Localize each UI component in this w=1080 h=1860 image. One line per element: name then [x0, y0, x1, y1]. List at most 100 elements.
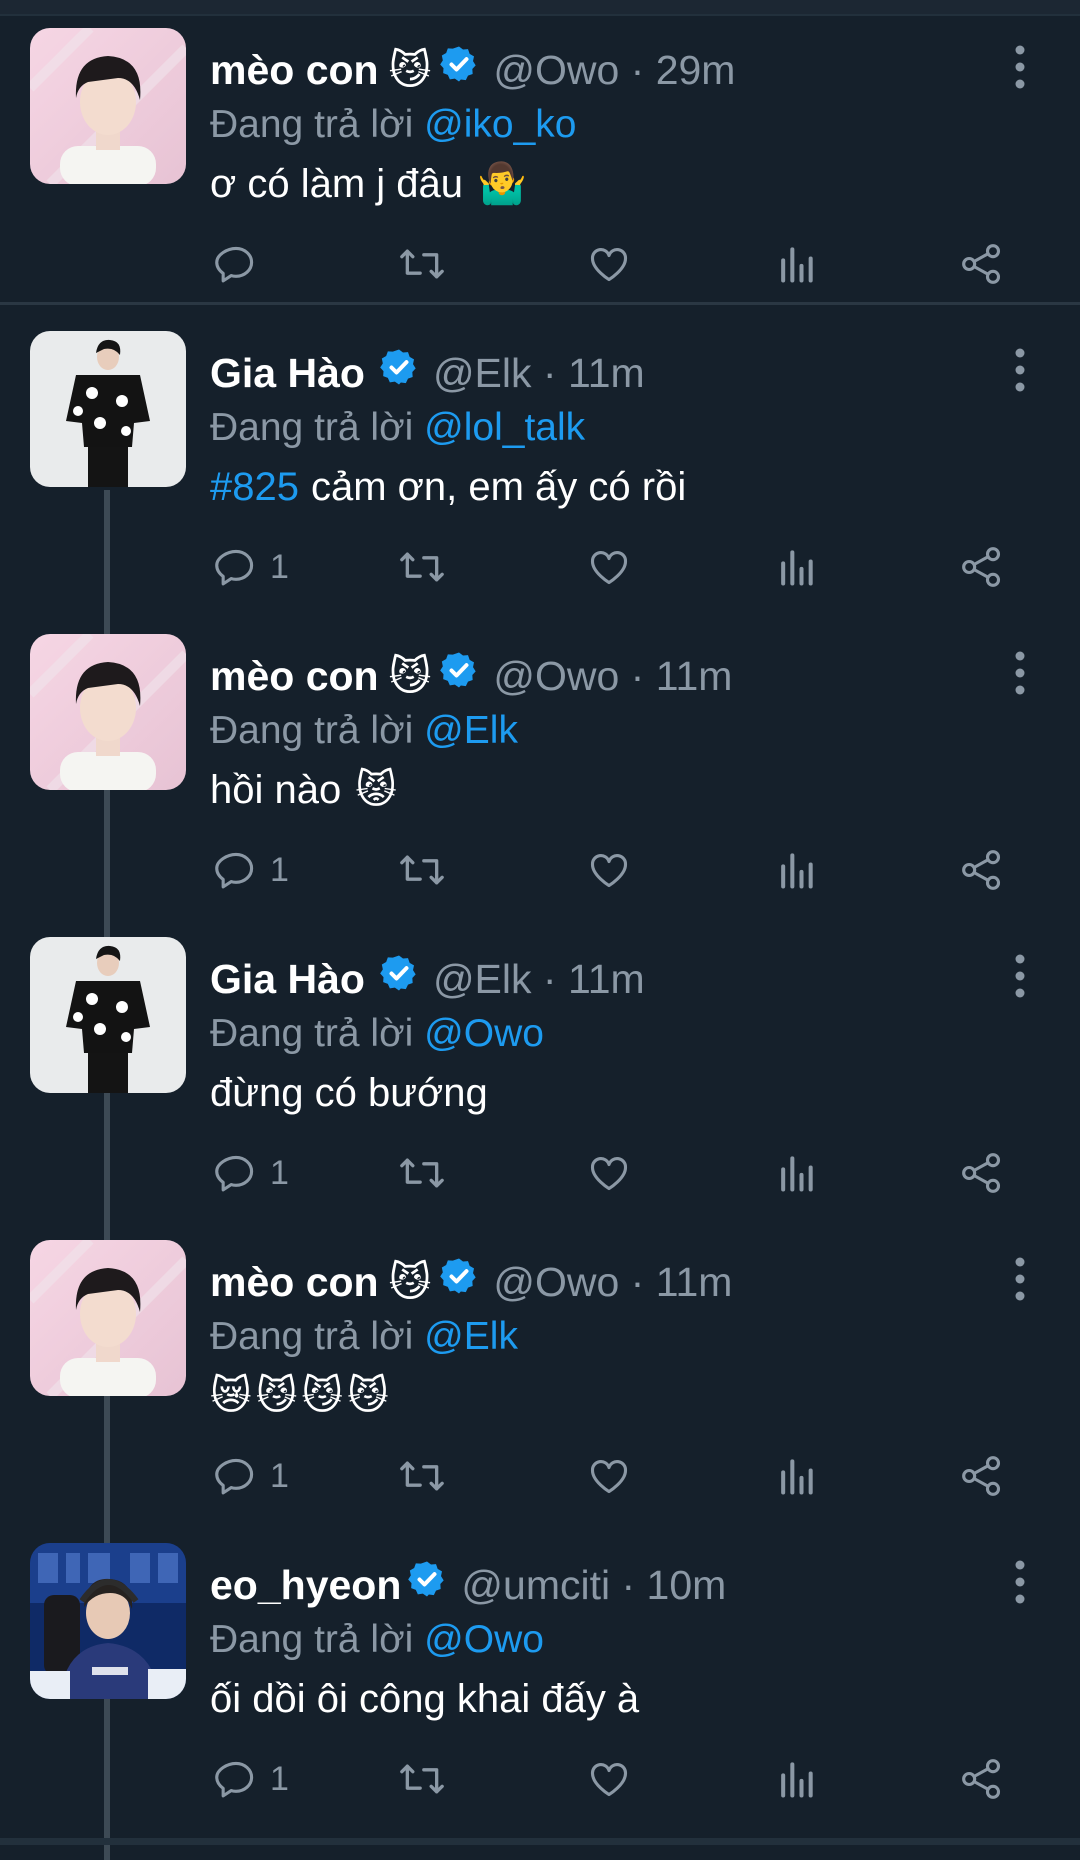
avatar[interactable]: [30, 331, 186, 487]
retweet-icon: [400, 1158, 444, 1188]
hashtag-link[interactable]: #825: [210, 457, 299, 517]
reply-button[interactable]: 1: [214, 1143, 289, 1203]
tweet[interactable]: Gia Hào @Elk · 11m Đang trả lời @Owo đừn…: [0, 925, 1080, 1225]
bottom-divider: [0, 1838, 1080, 1845]
views-button[interactable]: [776, 840, 816, 900]
more-vertical-icon: [1015, 1257, 1025, 1301]
retweet-button[interactable]: [396, 840, 448, 900]
share-icon: [962, 850, 1001, 890]
tweet-text: ơ có làm j đâu 🤷‍♂️: [210, 154, 527, 214]
handle-and-time: @Owo · 29m: [493, 47, 736, 93]
like-button[interactable]: [586, 234, 632, 294]
display-name[interactable]: eo_hyeon: [210, 1555, 401, 1615]
like-button[interactable]: [586, 537, 632, 597]
like-button[interactable]: [586, 1446, 632, 1506]
mention-link[interactable]: @Owo: [424, 1012, 544, 1055]
views-button[interactable]: [776, 1446, 816, 1506]
share-button[interactable]: [960, 1446, 1004, 1506]
like-button[interactable]: [586, 840, 632, 900]
tweet-header: mèo con 😼 @Owo · 11m: [210, 1252, 960, 1312]
reply-icon: [215, 1761, 254, 1798]
tweet-text-content: ơ có làm j đâu: [210, 162, 464, 206]
replying-to: Đang trả lời @Elk: [210, 1312, 518, 1362]
more-options-button[interactable]: [1008, 44, 1032, 90]
tweet[interactable]: mèo con 😼 @Owo · 11m Đang trả lời @Elk h…: [0, 622, 1080, 922]
more-vertical-icon: [1015, 954, 1025, 998]
handle-and-time: @Elk · 11m: [432, 350, 645, 396]
tweet-actions: [210, 234, 1010, 294]
more-options-button[interactable]: [1008, 1559, 1032, 1605]
avatar[interactable]: [30, 1240, 186, 1396]
share-button[interactable]: [960, 1143, 1004, 1203]
tweet-text: #825 cảm ơn, em ấy có rồi: [210, 457, 686, 517]
avatar[interactable]: [30, 634, 186, 790]
share-icon: [962, 244, 1001, 284]
mention-link[interactable]: @Elk: [424, 709, 518, 752]
reply-icon: [215, 852, 254, 889]
reply-icon: [215, 1458, 254, 1495]
tweet[interactable]: mèo con 😼 @Owo · 11m Đang trả lời @Elk 😿…: [0, 1228, 1080, 1528]
retweet-icon: [400, 552, 444, 582]
more-options-button[interactable]: [1008, 1256, 1032, 1302]
views-button[interactable]: [776, 1749, 816, 1809]
replying-to: Đang trả lời @Elk: [210, 706, 518, 756]
replying-label: Đang trả lời: [210, 103, 414, 146]
views-icon: [781, 1459, 813, 1495]
share-icon: [962, 547, 1001, 587]
cat-emoji: 😼: [388, 653, 432, 699]
handle-and-time: @umciti · 10m: [461, 1562, 727, 1608]
reply-button[interactable]: 1: [214, 537, 289, 597]
handle-and-time: @Owo · 11m: [493, 1259, 733, 1305]
display-name[interactable]: Gia Hào: [210, 949, 365, 1009]
avatar[interactable]: [30, 1543, 186, 1699]
replying-to: Đang trả lời @Owo: [210, 1615, 544, 1665]
avatar[interactable]: [30, 937, 186, 1093]
more-options-button[interactable]: [1008, 347, 1032, 393]
mention-link[interactable]: @Owo: [424, 1618, 544, 1661]
reply-button[interactable]: [214, 234, 270, 294]
display-name[interactable]: Gia Hào: [210, 343, 365, 403]
tweet-header: mèo con 😼 @Owo · 29m: [210, 40, 960, 100]
verified-badge-icon: [407, 1555, 447, 1615]
reply-button[interactable]: 1: [214, 1749, 289, 1809]
replying-to: Đang trả lời @lol_talk: [210, 403, 585, 453]
more-options-button[interactable]: [1008, 650, 1032, 696]
retweet-button[interactable]: [396, 234, 448, 294]
reply-button[interactable]: 1: [214, 1446, 289, 1506]
display-name[interactable]: mèo con: [210, 40, 379, 100]
mention-link[interactable]: @lol_talk: [424, 406, 585, 449]
tweet-header: mèo con 😼 @Owo · 11m: [210, 646, 960, 706]
share-button[interactable]: [960, 537, 1004, 597]
mention-link[interactable]: @Elk: [424, 1315, 518, 1358]
tweet[interactable]: Gia Hào @Elk · 11m Đang trả lời @lol_tal…: [0, 319, 1080, 619]
tweet[interactable]: mèo con 😼 @Owo · 29m Đang trả lời @iko_k…: [0, 16, 1080, 316]
mention-link[interactable]: @iko_ko: [424, 103, 576, 146]
share-button[interactable]: [960, 1749, 1004, 1809]
display-name[interactable]: mèo con: [210, 1252, 379, 1312]
tweet[interactable]: eo_hyeon @umciti · 10m Đang trả lời @Owo…: [0, 1531, 1080, 1831]
retweet-icon: [400, 249, 444, 279]
reply-button[interactable]: 1: [214, 840, 289, 900]
share-button[interactable]: [960, 234, 1004, 294]
views-button[interactable]: [776, 1143, 816, 1203]
reply-count: 1: [270, 850, 289, 889]
heart-icon: [590, 550, 628, 585]
heart-icon: [590, 853, 628, 888]
cat-emoji: 😼: [388, 47, 432, 93]
retweet-button[interactable]: [396, 1446, 448, 1506]
retweet-icon: [400, 855, 444, 885]
replying-label: Đang trả lời: [210, 709, 414, 752]
share-button[interactable]: [960, 840, 1004, 900]
more-options-button[interactable]: [1008, 953, 1032, 999]
reply-count: 1: [270, 1759, 289, 1798]
retweet-button[interactable]: [396, 1749, 448, 1809]
retweet-button[interactable]: [396, 1143, 448, 1203]
retweet-button[interactable]: [396, 537, 448, 597]
avatar[interactable]: [30, 28, 186, 184]
display-name[interactable]: mèo con: [210, 646, 379, 706]
views-button[interactable]: [776, 234, 816, 294]
views-button[interactable]: [776, 537, 816, 597]
like-button[interactable]: [586, 1749, 632, 1809]
like-button[interactable]: [586, 1143, 632, 1203]
replying-label: Đang trả lời: [210, 406, 414, 449]
